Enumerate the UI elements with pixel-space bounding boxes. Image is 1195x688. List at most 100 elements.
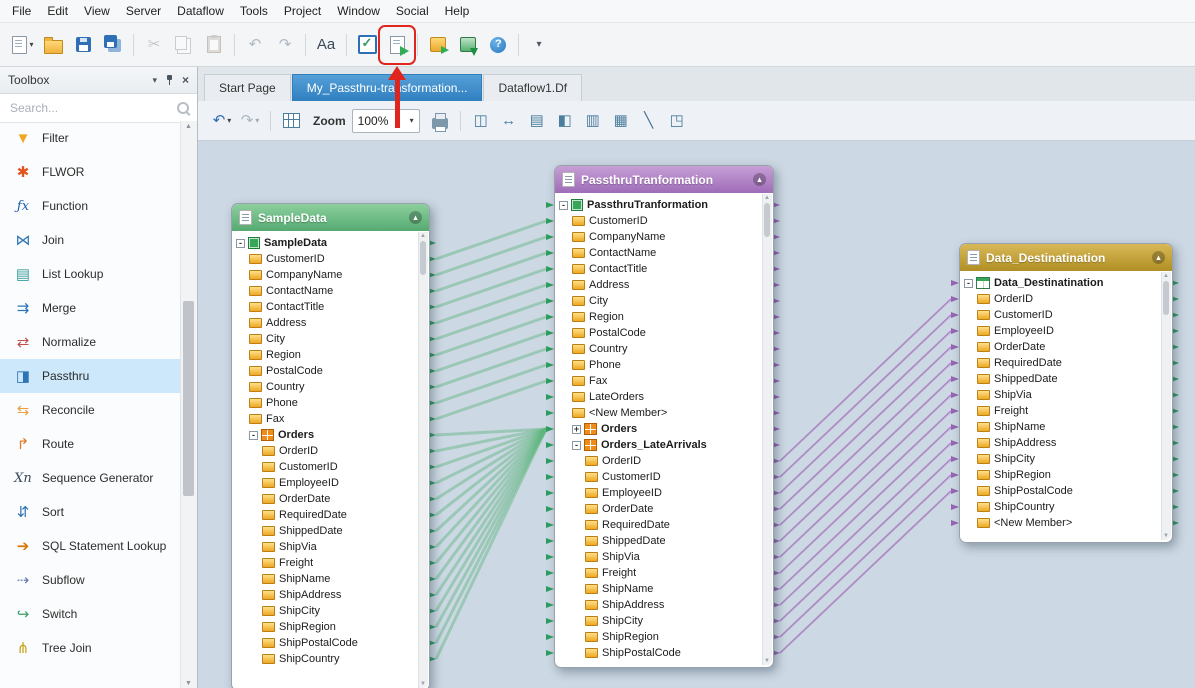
tree-item[interactable]: ShipCountry <box>232 651 418 667</box>
tree-item[interactable]: ShipAddress <box>555 597 762 613</box>
tree-item[interactable]: RequiredDate <box>960 355 1161 371</box>
port-stub[interactable] <box>951 408 959 414</box>
canvas-undo-button[interactable]: ↶▾ <box>209 107 235 135</box>
tree-item[interactable]: EmployeeID <box>232 475 418 491</box>
link-green[interactable] <box>436 269 546 307</box>
open-button[interactable] <box>38 29 68 61</box>
menu-edit[interactable]: Edit <box>39 2 76 20</box>
tree-item[interactable]: -Orders <box>232 427 418 443</box>
link-purple[interactable] <box>780 299 951 461</box>
toolbox-item-subflow[interactable]: ⇢Subflow <box>0 563 181 597</box>
tree-item[interactable]: ShipRegion <box>555 629 762 645</box>
port-stub[interactable] <box>951 520 959 526</box>
node-dest[interactable]: Data_Destinatination▴-Data_Destinatinati… <box>959 243 1173 543</box>
link-green[interactable] <box>436 301 546 339</box>
tree-item[interactable]: OrderID <box>555 453 762 469</box>
link-purple[interactable] <box>780 331 951 493</box>
menu-window[interactable]: Window <box>329 2 388 20</box>
tree-item[interactable]: OrderDate <box>232 491 418 507</box>
tree-item[interactable]: Country <box>555 341 762 357</box>
port-stub[interactable] <box>951 488 959 494</box>
tree-item[interactable]: RequiredDate <box>555 517 762 533</box>
collapse-button[interactable]: ▴ <box>1152 251 1165 264</box>
tree-item[interactable]: ShipRegion <box>960 467 1161 483</box>
tree-item[interactable]: <New Member> <box>960 515 1161 531</box>
tree-item[interactable]: EmployeeID <box>555 485 762 501</box>
search-input[interactable] <box>8 100 177 116</box>
port-stub[interactable] <box>951 440 959 446</box>
menu-tools[interactable]: Tools <box>232 2 276 20</box>
new-button[interactable]: ▾ <box>8 29 38 61</box>
port-stub[interactable] <box>546 394 554 400</box>
link-purple[interactable] <box>780 443 951 605</box>
link-purple[interactable] <box>780 411 951 573</box>
port-stub[interactable] <box>546 586 554 592</box>
port-stub[interactable] <box>546 346 554 352</box>
link-purple[interactable] <box>780 459 951 621</box>
node-passthru[interactable]: PassthruTranformation▴-PassthruTranforma… <box>554 165 774 668</box>
expand-icon[interactable]: + <box>572 425 581 434</box>
port-stub[interactable] <box>546 314 554 320</box>
link-green[interactable] <box>436 349 546 387</box>
link-purple[interactable] <box>780 475 951 637</box>
scrollbar-thumb[interactable] <box>764 203 770 237</box>
port-stub[interactable] <box>546 266 554 272</box>
collapse-icon[interactable]: - <box>964 279 973 288</box>
tree-item[interactable]: -Data_Destinatination <box>960 275 1161 291</box>
tree-item[interactable]: ShipAddress <box>232 587 418 603</box>
collapse-button[interactable]: ▴ <box>753 173 766 186</box>
tree-item[interactable]: OrderID <box>232 443 418 459</box>
tree-item[interactable]: +Orders <box>555 421 762 437</box>
tree-item[interactable]: ShipName <box>555 581 762 597</box>
distribute-vertical-button[interactable]: ▦ <box>608 107 634 135</box>
link-purple[interactable] <box>780 395 951 557</box>
port-stub[interactable] <box>951 504 959 510</box>
tree-item[interactable]: ContactName <box>555 245 762 261</box>
tree-item[interactable]: ShipPostalCode <box>960 483 1161 499</box>
dataflow-canvas[interactable]: SampleData▴-SampleDataCustomerIDCompanyN… <box>198 141 1195 688</box>
port-stub[interactable] <box>951 376 959 382</box>
port-stub[interactable] <box>546 570 554 576</box>
tree-item[interactable]: ContactTitle <box>555 261 762 277</box>
tab-start-page[interactable]: Start Page <box>204 74 291 101</box>
distribute-horizontal-button[interactable]: ▥ <box>580 107 606 135</box>
node-scrollbar[interactable] <box>762 194 772 665</box>
paste-button[interactable] <box>199 29 229 61</box>
tree-item[interactable]: ContactName <box>232 283 418 299</box>
scrollbar-thumb[interactable] <box>420 241 426 275</box>
menu-server[interactable]: Server <box>118 2 169 20</box>
tree-item[interactable]: Fax <box>232 411 418 427</box>
tree-item[interactable]: Phone <box>555 357 762 373</box>
zoom-select[interactable]: 100% ▾ <box>352 109 420 133</box>
port-stub[interactable] <box>546 426 554 432</box>
tree-item[interactable]: PostalCode <box>232 363 418 379</box>
link-green[interactable] <box>436 253 546 291</box>
align-left-button[interactable]: ◧ <box>552 107 578 135</box>
tree-item[interactable]: Fax <box>555 373 762 389</box>
menu-file[interactable]: File <box>4 2 39 20</box>
port-stub[interactable] <box>951 424 959 430</box>
port-stub[interactable] <box>951 328 959 334</box>
port-stub[interactable] <box>546 234 554 240</box>
port-stub[interactable] <box>951 360 959 366</box>
tree-item[interactable]: OrderDate <box>555 501 762 517</box>
tree-item[interactable]: ShipCountry <box>960 499 1161 515</box>
toolbox-item-reconcile[interactable]: ⇆Reconcile <box>0 393 181 427</box>
tree-item[interactable]: Country <box>232 379 418 395</box>
toolbox-item-filter[interactable]: ▼Filter <box>0 121 181 155</box>
scrollbar-thumb[interactable] <box>1163 281 1169 315</box>
tree-item[interactable]: CustomerID <box>555 213 762 229</box>
tree-item[interactable]: ShippedDate <box>232 523 418 539</box>
port-stub[interactable] <box>951 280 959 286</box>
link-green[interactable] <box>436 317 546 355</box>
collapse-button[interactable]: ▴ <box>409 211 422 224</box>
tree-item[interactable]: ShipVia <box>555 549 762 565</box>
toolbox-item-switch[interactable]: ↪Switch <box>0 597 181 631</box>
toolbar-options-button[interactable]: ▾ <box>524 29 554 61</box>
toolbox-item-sequence-generator[interactable]: XnSequence Generator <box>0 461 181 495</box>
node-scrollbar[interactable] <box>418 232 428 688</box>
port-stub[interactable] <box>546 250 554 256</box>
collapse-icon[interactable]: - <box>559 201 568 210</box>
menu-project[interactable]: Project <box>276 2 329 20</box>
tree-item[interactable]: RequiredDate <box>232 507 418 523</box>
